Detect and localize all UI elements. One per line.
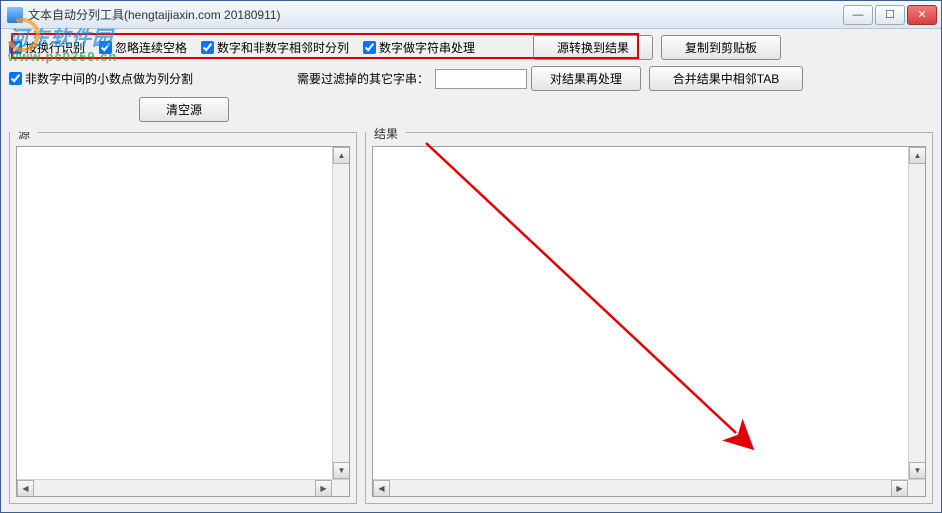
clear-source-button[interactable]: 清空源 [139, 97, 229, 122]
result-textarea[interactable] [373, 147, 908, 479]
scroll-up-icon[interactable]: ▲ [333, 147, 350, 164]
merge-tab-button[interactable]: 合并结果中相邻TAB [649, 66, 803, 91]
source-to-result-button[interactable]: 源转换到结果 [533, 35, 653, 60]
toolbar: 按换行识别 忽略连续空格 数字和非数字相邻时分列 数字做字符串处理 源转换到结果… [1, 29, 941, 132]
maximize-button[interactable]: ☐ [875, 5, 905, 25]
checkbox-decimal-split-label: 非数字中间的小数点做为列分割 [25, 70, 193, 87]
filter-chars-label: 需要过滤掉的其它字串： [297, 70, 429, 87]
checkbox-ignore-spaces[interactable]: 忽略连续空格 [99, 39, 187, 56]
filter-chars-input[interactable] [435, 69, 527, 89]
checkbox-ignore-spaces-input[interactable] [99, 41, 112, 54]
source-scrollbar-vertical[interactable]: ▲ ▼ [332, 147, 349, 479]
checkbox-by-newline-label: 按换行识别 [25, 39, 85, 56]
result-pane-label: 结果 [366, 124, 406, 142]
window-title: 文本自动分列工具(hengtaijiaxin.com 20180911) [28, 6, 841, 23]
scroll-up-icon[interactable]: ▲ [909, 147, 926, 164]
scroll-down-icon[interactable]: ▼ [909, 462, 926, 479]
checkbox-by-newline-input[interactable] [9, 41, 22, 54]
panes: 源 ▲ ▼ ◀ ▶ 结果 ▲ ▼ [1, 132, 941, 512]
source-scrollbar-horizontal[interactable]: ◀ ▶ [17, 479, 349, 496]
checkbox-digit-nondigit-input[interactable] [201, 41, 214, 54]
scroll-down-icon[interactable]: ▼ [333, 462, 350, 479]
app-window: 文本自动分列工具(hengtaijiaxin.com 20180911) — ☐… [0, 0, 942, 513]
checkbox-digit-nondigit[interactable]: 数字和非数字相邻时分列 [201, 39, 349, 56]
checkbox-by-newline[interactable]: 按换行识别 [9, 39, 85, 56]
result-pane: 结果 ▲ ▼ ◀ ▶ [365, 132, 933, 504]
checkbox-digit-as-string-label: 数字做字符串处理 [379, 39, 475, 56]
result-scrollbar-vertical[interactable]: ▲ ▼ [908, 147, 925, 479]
result-textarea-wrap: ▲ ▼ ◀ ▶ [372, 146, 926, 497]
checkbox-digit-as-string[interactable]: 数字做字符串处理 [363, 39, 475, 56]
source-textarea[interactable] [17, 147, 332, 479]
app-icon [7, 7, 23, 23]
result-scrollbar-horizontal[interactable]: ◀ ▶ [373, 479, 925, 496]
scroll-left-icon[interactable]: ◀ [373, 480, 390, 497]
minimize-button[interactable]: — [843, 5, 873, 25]
source-pane: 源 ▲ ▼ ◀ ▶ [9, 132, 357, 504]
checkbox-digit-as-string-input[interactable] [363, 41, 376, 54]
scroll-right-icon[interactable]: ▶ [315, 480, 332, 497]
scroll-right-icon[interactable]: ▶ [891, 480, 908, 497]
copy-clipboard-button[interactable]: 复制到剪贴板 [661, 35, 781, 60]
checkbox-digit-nondigit-label: 数字和非数字相邻时分列 [217, 39, 349, 56]
checkbox-ignore-spaces-label: 忽略连续空格 [115, 39, 187, 56]
checkbox-decimal-split[interactable]: 非数字中间的小数点做为列分割 [9, 70, 193, 87]
titlebar: 文本自动分列工具(hengtaijiaxin.com 20180911) — ☐… [1, 1, 941, 29]
scroll-left-icon[interactable]: ◀ [17, 480, 34, 497]
reprocess-button[interactable]: 对结果再处理 [531, 66, 641, 91]
close-button[interactable]: ✕ [907, 5, 937, 25]
checkbox-decimal-split-input[interactable] [9, 72, 22, 85]
source-textarea-wrap: ▲ ▼ ◀ ▶ [16, 146, 350, 497]
